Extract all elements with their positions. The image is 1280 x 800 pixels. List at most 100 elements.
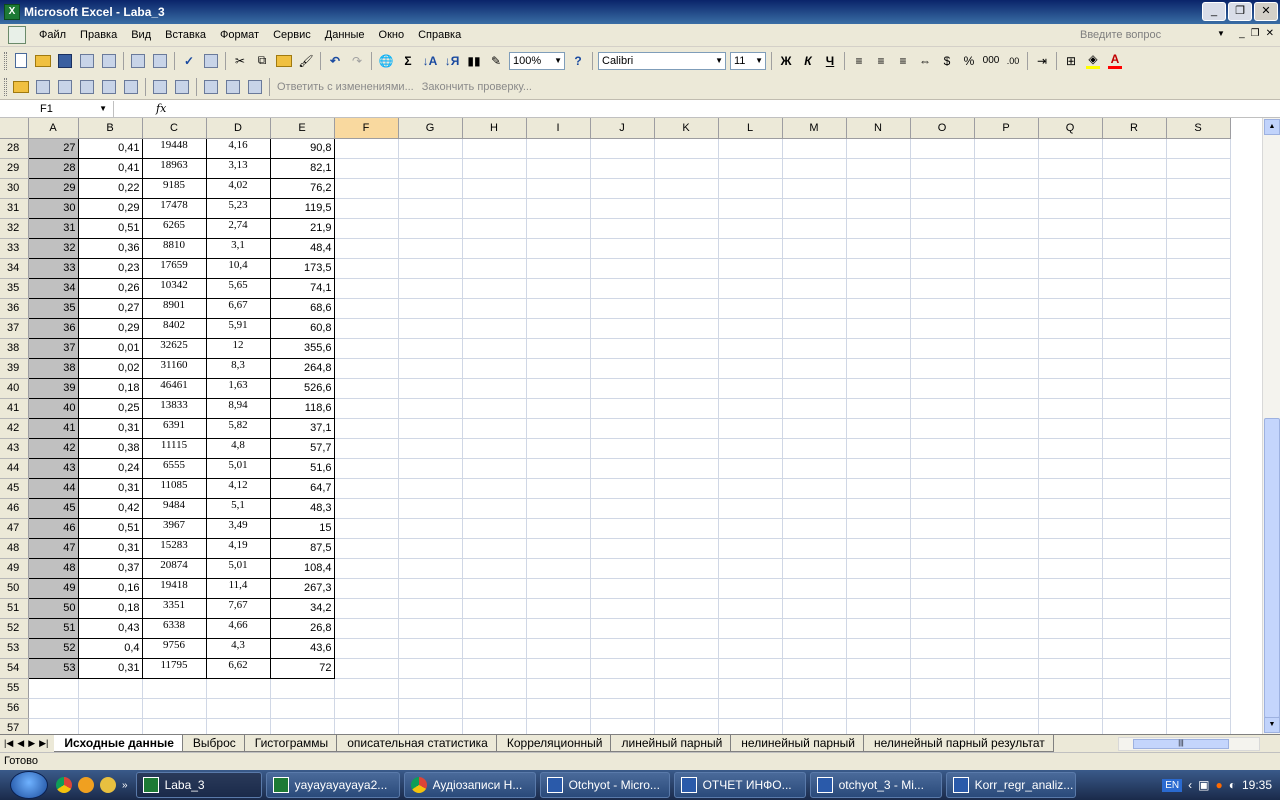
cell-empty[interactable] xyxy=(462,718,527,734)
cell-a[interactable]: 32 xyxy=(27,237,79,259)
cell-empty[interactable] xyxy=(334,578,399,599)
cell-empty[interactable] xyxy=(654,678,719,699)
cell-empty[interactable] xyxy=(334,498,399,519)
cell-empty[interactable] xyxy=(398,518,463,539)
row-header[interactable]: 34 xyxy=(0,258,29,279)
cell-empty[interactable] xyxy=(846,338,911,359)
cell-empty[interactable] xyxy=(334,438,399,459)
cell-e[interactable]: 87,5 xyxy=(269,537,335,559)
cell-c[interactable]: 9484 xyxy=(141,497,207,519)
cell-empty[interactable] xyxy=(718,478,783,499)
row-header[interactable]: 57 xyxy=(0,718,29,734)
cell-empty[interactable] xyxy=(782,558,847,579)
cell-empty[interactable] xyxy=(1038,558,1103,579)
cell-empty[interactable] xyxy=(462,178,527,199)
cell-empty[interactable] xyxy=(654,398,719,419)
cell-empty[interactable] xyxy=(526,478,591,499)
cell-empty[interactable] xyxy=(590,378,655,399)
cell-empty[interactable] xyxy=(334,478,399,499)
chart-wizard-button[interactable]: ▮▮ xyxy=(463,50,485,72)
cell-empty[interactable] xyxy=(398,478,463,499)
cell-empty[interactable] xyxy=(718,678,783,699)
cell-empty[interactable] xyxy=(1102,598,1167,619)
cell-empty[interactable] xyxy=(398,198,463,219)
cell-e[interactable]: 48,4 xyxy=(269,237,335,259)
cell-a[interactable]: 48 xyxy=(27,557,79,579)
cell-empty[interactable] xyxy=(398,158,463,179)
workbook-icon[interactable] xyxy=(8,26,26,44)
cell-empty[interactable] xyxy=(462,218,527,239)
cell-empty[interactable] xyxy=(1038,658,1103,679)
cell-empty[interactable] xyxy=(1102,318,1167,339)
cell-empty[interactable] xyxy=(334,398,399,419)
chrome-icon[interactable] xyxy=(56,777,72,793)
cell-empty[interactable] xyxy=(590,398,655,419)
cell-c[interactable]: 20874 xyxy=(141,557,207,579)
cell-empty[interactable] xyxy=(910,598,975,619)
cell-empty[interactable] xyxy=(974,398,1039,419)
cell-d[interactable]: 8,94 xyxy=(205,397,271,419)
cell-empty[interactable] xyxy=(398,238,463,259)
cell-empty[interactable] xyxy=(974,698,1039,719)
row-header[interactable]: 50 xyxy=(0,578,29,599)
cell-empty[interactable] xyxy=(974,318,1039,339)
cell-d[interactable]: 5,1 xyxy=(205,497,271,519)
cell-empty[interactable] xyxy=(28,718,79,734)
cell-empty[interactable] xyxy=(1102,378,1167,399)
cell-a[interactable]: 27 xyxy=(27,137,79,159)
cell-empty[interactable] xyxy=(718,578,783,599)
cell-empty[interactable] xyxy=(590,498,655,519)
cell-empty[interactable] xyxy=(334,158,399,179)
taskbar-button[interactable]: Аудіозаписи Н... xyxy=(403,772,536,798)
cell-empty[interactable] xyxy=(1166,698,1231,719)
indent-button[interactable]: ⇥ xyxy=(1031,50,1053,72)
cell-empty[interactable] xyxy=(910,238,975,259)
cell-c[interactable]: 11085 xyxy=(141,477,207,499)
cell-e[interactable]: 118,6 xyxy=(269,397,335,419)
cell-empty[interactable] xyxy=(334,298,399,319)
cell-empty[interactable] xyxy=(1102,658,1167,679)
cell-empty[interactable] xyxy=(1102,578,1167,599)
cell-empty[interactable] xyxy=(974,498,1039,519)
cell-empty[interactable] xyxy=(974,598,1039,619)
cell-empty[interactable] xyxy=(1166,418,1231,439)
cell-empty[interactable] xyxy=(782,358,847,379)
cell-empty[interactable] xyxy=(1102,618,1167,639)
cell-empty[interactable] xyxy=(526,438,591,459)
cell-c[interactable]: 32625 xyxy=(141,337,207,359)
cell-empty[interactable] xyxy=(654,418,719,439)
sheet-tab[interactable]: нелинейный парный результат xyxy=(864,735,1054,752)
column-header-e[interactable]: E xyxy=(270,118,335,139)
column-header-j[interactable]: J xyxy=(590,118,655,139)
cell-empty[interactable] xyxy=(974,678,1039,699)
review-button-4[interactable] xyxy=(98,76,120,98)
cell-empty[interactable] xyxy=(782,658,847,679)
cell-c[interactable]: 8402 xyxy=(141,317,207,339)
cell-empty[interactable] xyxy=(462,398,527,419)
cell-c[interactable]: 9756 xyxy=(141,637,207,659)
cell-empty[interactable] xyxy=(782,378,847,399)
cell-c[interactable]: 6555 xyxy=(141,457,207,479)
cell-empty[interactable] xyxy=(974,578,1039,599)
cell-empty[interactable] xyxy=(334,138,399,159)
end-review-button[interactable]: Закончить проверку... xyxy=(422,81,532,93)
cell-empty[interactable] xyxy=(654,338,719,359)
row-header[interactable]: 54 xyxy=(0,658,29,679)
cell-empty[interactable] xyxy=(334,658,399,679)
cell-empty[interactable] xyxy=(526,578,591,599)
cell-empty[interactable] xyxy=(398,378,463,399)
cell-empty[interactable] xyxy=(910,538,975,559)
cell-empty[interactable] xyxy=(526,538,591,559)
cell-empty[interactable] xyxy=(1102,558,1167,579)
cell-empty[interactable] xyxy=(654,238,719,259)
cell-e[interactable]: 90,8 xyxy=(269,137,335,159)
cell-empty[interactable] xyxy=(334,238,399,259)
cell-empty[interactable] xyxy=(462,658,527,679)
chevron-down-icon[interactable]: ▼ xyxy=(1217,29,1225,38)
row-header[interactable]: 53 xyxy=(0,638,29,659)
cut-button[interactable]: ✂ xyxy=(229,50,251,72)
cell-empty[interactable] xyxy=(398,578,463,599)
cell-empty[interactable] xyxy=(142,698,207,719)
vertical-scroll-thumb[interactable] xyxy=(1264,418,1280,718)
print-button[interactable] xyxy=(127,50,149,72)
